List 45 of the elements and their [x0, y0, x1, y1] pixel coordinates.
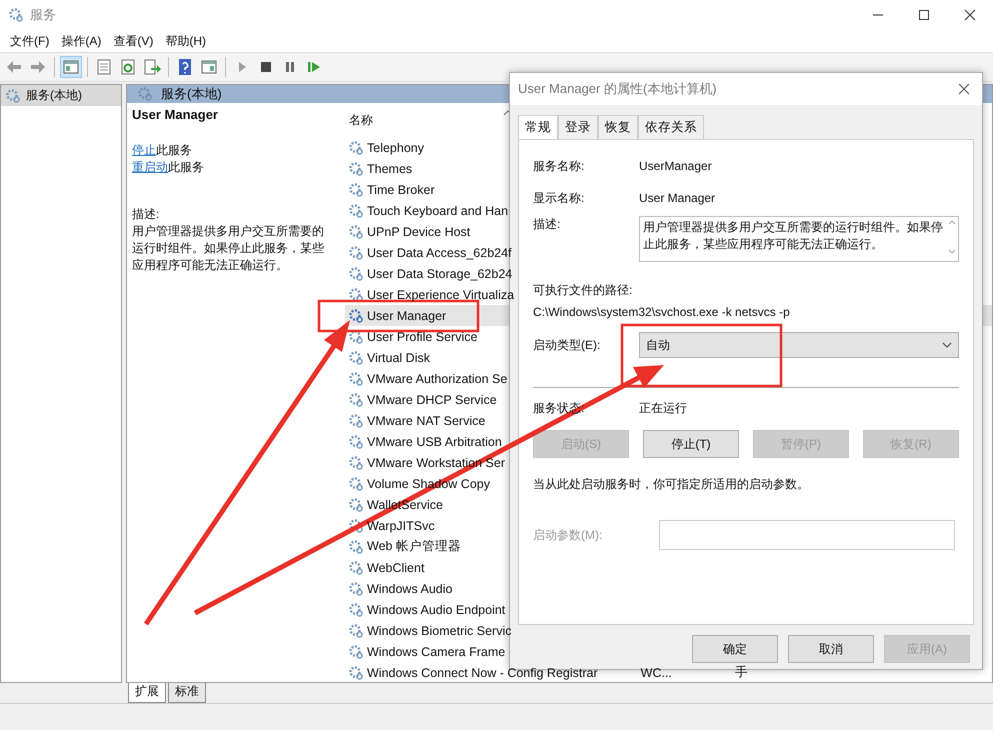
service-name: Time Broker [367, 182, 435, 196]
field-value: User Manager [639, 191, 716, 205]
description-text: 用户管理器提供多用户交互所需要的运行时组件。如果停止此服务，某些应用程序可能无法正确运行。 [642, 219, 944, 253]
description-label: 描述: [132, 206, 160, 223]
service-name: Telephony [367, 140, 424, 154]
service-name: Virtual Disk [367, 350, 430, 364]
service-name: User Profile Service [367, 330, 478, 344]
action-text: 此服务 [168, 160, 204, 174]
field-label: 服务名称: [533, 158, 586, 174]
service-name: User Data Storage_62b24 [367, 266, 512, 280]
service-name: Windows Biometric Servic [367, 624, 512, 638]
field-label: 描述: [533, 216, 562, 233]
table-cell: WC... [640, 666, 672, 680]
field-label: 启动类型(E): [533, 336, 602, 354]
service-name: WebClient [367, 560, 424, 574]
service-name: Web 帐户管理器 [367, 538, 461, 555]
service-name: Touch Keyboard and Han [367, 204, 508, 218]
service-name: Windows Audio Endpoint [367, 602, 506, 616]
field-label: 可执行文件的路径: [533, 282, 634, 299]
field-label: 显示名称: [533, 190, 586, 206]
service-name: VMware DHCP Service [367, 392, 497, 406]
service-name: User Experience Virtualiza [367, 288, 514, 302]
service-name: Windows Connect Now - Config Registrar [367, 666, 598, 680]
table-cell: 手 [734, 664, 748, 681]
window-title: 服务 [30, 6, 56, 24]
service-name: VMware NAT Service [367, 414, 486, 428]
description-text: 用户管理器提供多用户交互所需要的运行时组件。如果停止此服务，某些应用程序可能无法正确运行。 [132, 223, 325, 274]
service-name: User Data Access_62b24f [367, 246, 512, 260]
service-name: Themes [367, 162, 412, 176]
service-name: Windows Audio [367, 582, 452, 596]
service-name: VMware Authorization Se [367, 372, 508, 386]
service-name: WarpJITSvc [367, 518, 435, 532]
path-text: C:\Windows\system32\svchost.exe -k netsvcs -p [533, 305, 791, 319]
hint-text: 当从此处启动服务时，你可指定所适用的启动参数。 [533, 476, 810, 493]
dialog-title: User Manager 的属性(本地计算机) [518, 80, 717, 98]
status-value: 正在运行 [639, 400, 687, 416]
service-name: User Manager [132, 107, 219, 122]
field-value: UserManager [639, 159, 712, 173]
service-name: UPnP Device Host [367, 224, 470, 238]
panel-title: 服务(本地) [161, 85, 222, 103]
action-text: 此服务 [156, 143, 192, 157]
service-name: User Manager [367, 308, 446, 322]
service-name: VMware USB Arbitration [367, 434, 502, 448]
field-label: 启动参数(M): [533, 526, 604, 544]
service-name: Windows Camera Frame [367, 644, 506, 658]
